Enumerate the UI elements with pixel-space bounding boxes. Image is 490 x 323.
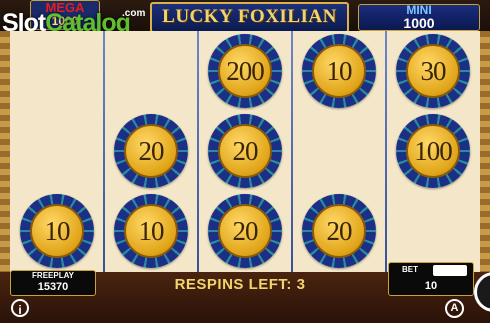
info-icon[interactable]: i: [11, 299, 29, 317]
coin-face: 30: [406, 44, 460, 98]
reel-divider: [291, 31, 293, 272]
coin-symbol: 20: [208, 194, 282, 268]
reel-divider: [197, 31, 199, 272]
coin-value: 10: [326, 55, 353, 86]
respins-left-text: RESPINS LEFT: 3: [174, 276, 306, 293]
game-title: LUCKY FOXILIAN: [162, 6, 337, 27]
coin-symbol: 10: [302, 34, 376, 108]
coin-symbol: 20: [302, 194, 376, 268]
coin-value: 100: [414, 135, 452, 166]
reel-grid: 10 20 10 200 20 20 10 20 30 100: [10, 31, 480, 272]
coin-face: 10: [30, 204, 84, 258]
coin-symbol: 20: [114, 114, 188, 188]
game-title-plate: LUCKY FOXILIAN: [150, 2, 349, 33]
coin-face: 20: [218, 204, 272, 258]
coin-face: 100: [406, 124, 460, 178]
bet-value: 10: [424, 280, 438, 292]
reel-divider: [103, 31, 105, 272]
coin-symbol: 20: [208, 114, 282, 188]
coin-value: 20: [232, 215, 259, 246]
mini-jackpot: MINI 1000: [358, 3, 480, 31]
watermark-com: .com: [122, 8, 146, 19]
coin-value: 10: [138, 215, 165, 246]
coin-symbol: 100: [396, 114, 470, 188]
bet-label: BET: [402, 265, 418, 274]
freeplay-value: 15370: [37, 281, 69, 293]
coin-value: 10: [44, 215, 71, 246]
coin-value: 30: [420, 55, 447, 86]
coin-face: 200: [218, 44, 272, 98]
coin-value: 20: [326, 215, 353, 246]
bet-panel[interactable]: BET ➡ 10: [388, 262, 474, 296]
coin-value: 200: [226, 55, 264, 86]
coin-face: 10: [124, 204, 178, 258]
bet-toggle[interactable]: ➡: [433, 265, 467, 276]
coin-face: 10: [312, 44, 366, 98]
autoplay-icon[interactable]: A: [445, 299, 464, 318]
coin-symbol: 10: [114, 194, 188, 268]
coin-face: 20: [218, 124, 272, 178]
coin-face: 20: [312, 204, 366, 258]
coin-face: 20: [124, 124, 178, 178]
reel-frame-left: [0, 31, 10, 272]
reel-divider: [385, 31, 387, 272]
coin-symbol: 10: [20, 194, 94, 268]
coin-symbol: 30: [396, 34, 470, 108]
coin-value: 20: [232, 135, 259, 166]
freeplay-panel: FREEPLAY 15370: [10, 270, 96, 296]
freeplay-label: FREEPLAY: [32, 271, 74, 280]
coin-symbol: 200: [208, 34, 282, 108]
coin-value: 20: [138, 135, 165, 166]
reel-frame-right: [480, 31, 490, 272]
mini-value: 1000: [403, 15, 435, 31]
